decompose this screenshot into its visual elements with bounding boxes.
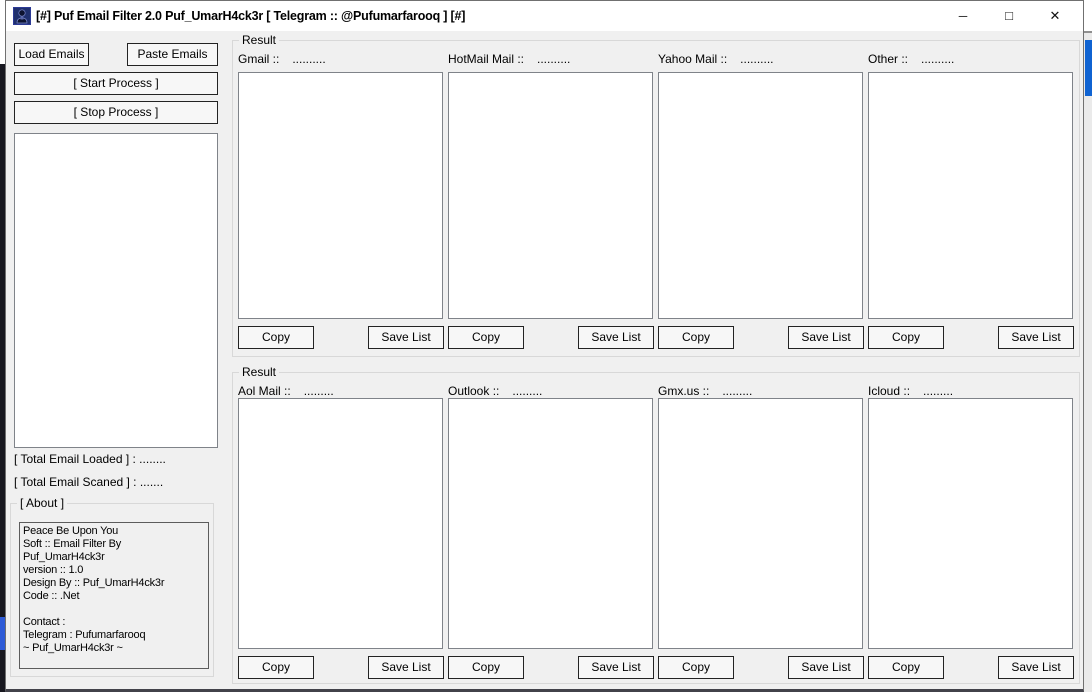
gmx-count: ......... [722, 384, 752, 398]
gmx-header: Gmx.us ::......... [658, 384, 752, 398]
outlook-count: ......... [512, 384, 542, 398]
stop-process-button[interactable]: [ Stop Process ] [14, 101, 218, 124]
icloud-copy-button[interactable]: Copy [868, 656, 944, 679]
gmx-save-list-button[interactable]: Save List [788, 656, 864, 679]
gmail-count: .......... [292, 52, 325, 66]
total-email-scaned-label: [ Total Email Scaned ] : ....... [14, 475, 163, 489]
paste-emails-button[interactable]: Paste Emails [127, 43, 218, 66]
aol-copy-button[interactable]: Copy [238, 656, 314, 679]
gmx-copy-button[interactable]: Copy [658, 656, 734, 679]
gmx-result-list[interactable] [658, 398, 863, 649]
result-group-label: Result [239, 33, 279, 47]
outlook-save-list-button[interactable]: Save List [578, 656, 654, 679]
other-label: Other :: [868, 52, 908, 66]
other-save-list-button[interactable]: Save List [998, 326, 1074, 349]
aol-save-list-button[interactable]: Save List [368, 656, 444, 679]
gmail-result-list[interactable] [238, 72, 443, 319]
minimize-button[interactable]: ─ [940, 1, 986, 31]
gmail-copy-button[interactable]: Copy [238, 326, 314, 349]
yahoo-result-list[interactable] [658, 72, 863, 319]
gmx-label: Gmx.us :: [658, 384, 709, 398]
gmail-label: Gmail :: [238, 52, 279, 66]
aol-result-list[interactable] [238, 398, 443, 649]
total-email-loaded-label: [ Total Email Loaded ] : ........ [14, 452, 166, 466]
load-emails-button[interactable]: Load Emails [14, 43, 89, 66]
result-group-label: Result [239, 365, 279, 379]
app-icon [13, 7, 31, 25]
titlebar[interactable]: [#] Puf Email Filter 2.0 Puf_UmarH4ck3r … [6, 1, 1083, 31]
other-result-list[interactable] [868, 72, 1073, 319]
close-button[interactable]: ✕ [1032, 1, 1078, 31]
hotmail-count: .......... [537, 52, 570, 66]
about-text: Peace Be Upon You Soft :: Email Filter B… [19, 522, 209, 669]
aol-header: Aol Mail ::......... [238, 384, 334, 398]
yahoo-header: Yahoo Mail ::.......... [658, 52, 774, 66]
aol-count: ......... [304, 384, 334, 398]
icloud-header: Icloud ::......... [868, 384, 953, 398]
hotmail-label: HotMail Mail :: [448, 52, 524, 66]
gmail-save-list-button[interactable]: Save List [368, 326, 444, 349]
icloud-label: Icloud :: [868, 384, 910, 398]
yahoo-copy-button[interactable]: Copy [658, 326, 734, 349]
minimize-icon: ─ [959, 9, 968, 23]
icloud-save-list-button[interactable]: Save List [998, 656, 1074, 679]
hotmail-save-list-button[interactable]: Save List [578, 326, 654, 349]
about-group-label: [ About ] [17, 496, 67, 510]
other-copy-button[interactable]: Copy [868, 326, 944, 349]
loaded-emails-list[interactable] [14, 133, 218, 448]
other-header: Other ::.......... [868, 52, 954, 66]
outlook-copy-button[interactable]: Copy [448, 656, 524, 679]
start-process-button[interactable]: [ Start Process ] [14, 72, 218, 95]
icloud-count: ......... [923, 384, 953, 398]
outlook-result-list[interactable] [448, 398, 653, 649]
outlook-header: Outlook ::......... [448, 384, 542, 398]
background-right-strip-edge [1084, 31, 1092, 33]
yahoo-save-list-button[interactable]: Save List [788, 326, 864, 349]
aol-label: Aol Mail :: [238, 384, 291, 398]
maximize-button[interactable]: □ [986, 1, 1032, 31]
background-right-strip [1084, 33, 1092, 692]
hotmail-copy-button[interactable]: Copy [448, 326, 524, 349]
screenshot-root: [#] Puf Email Filter 2.0 Puf_UmarH4ck3r … [0, 0, 1092, 692]
gmail-header: Gmail ::.......... [238, 52, 326, 66]
hotmail-header: HotMail Mail ::.......... [448, 52, 570, 66]
other-count: .......... [921, 52, 954, 66]
close-icon: ✕ [1050, 8, 1061, 23]
yahoo-label: Yahoo Mail :: [658, 52, 727, 66]
window-title: [#] Puf Email Filter 2.0 Puf_UmarH4ck3r … [36, 1, 465, 31]
yahoo-count: .......... [740, 52, 773, 66]
icloud-result-list[interactable] [868, 398, 1073, 649]
outlook-label: Outlook :: [448, 384, 499, 398]
app-window: [#] Puf Email Filter 2.0 Puf_UmarH4ck3r … [5, 0, 1084, 692]
background-scrollbar-thumb [1085, 40, 1092, 96]
maximize-icon: □ [1005, 8, 1013, 23]
hotmail-result-list[interactable] [448, 72, 653, 319]
